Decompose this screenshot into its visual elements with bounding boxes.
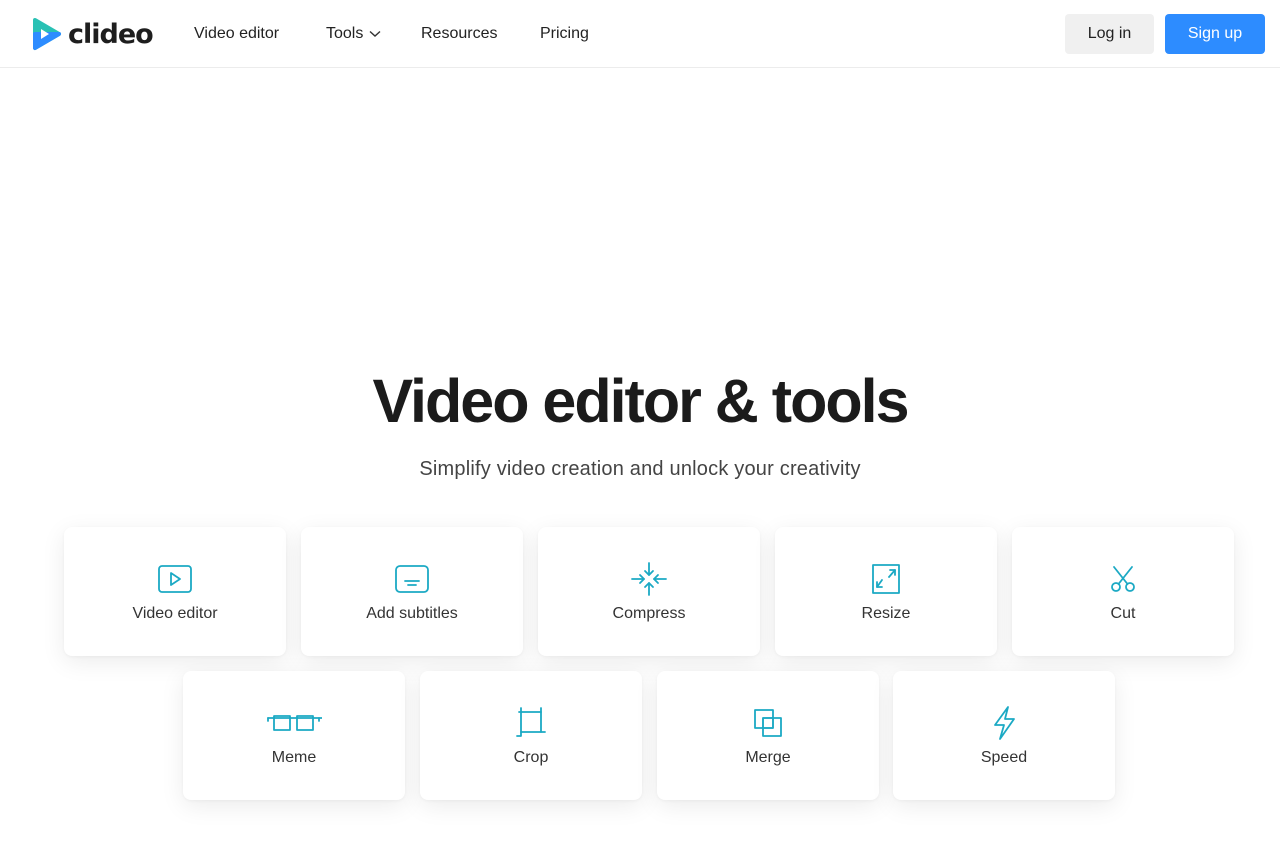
tool-card-meme[interactable]: Meme [183,671,405,800]
chevron-down-icon [369,23,381,45]
page-subtitle: Simplify video creation and unlock your … [419,458,861,480]
nav-tools-label: Tools [326,25,364,43]
tool-card-crop[interactable]: Crop [420,671,642,800]
nav-tools[interactable]: Tools [326,23,381,45]
logo-play-icon [33,18,61,50]
signup-button[interactable]: Sign up [1165,14,1265,54]
logo-wordmark: clideo [68,18,154,50]
nav-pricing[interactable]: Pricing [540,23,589,45]
login-button[interactable]: Log in [1065,14,1154,54]
site-header: clideo Video editor Tools Resources Pric… [0,0,1280,68]
tool-card-cut[interactable]: Cut [1012,527,1234,656]
tool-card-label: Video editor [132,605,218,622]
nav-video-editor[interactable]: Video editor [194,23,279,45]
tool-card-label: Meme [271,749,317,766]
clideo-logo[interactable]: clideo [32,16,154,52]
tool-card-merge[interactable]: Merge [657,671,879,800]
tool-card-add-subtitles[interactable]: Add subtitles [301,527,523,656]
merge-icon [750,708,786,738]
lightning-icon [986,706,1022,740]
resize-icon [868,564,904,594]
compress-icon [631,562,667,596]
tool-card-video-editor[interactable]: Video editor [64,527,286,656]
subtitles-icon [394,564,430,594]
tool-card-label: Resize [861,605,911,622]
meme-glasses-icon [266,708,322,738]
tool-card-label: Merge [745,749,791,766]
page-title: Video editor & tools [372,367,909,435]
play-icon [157,564,193,594]
scissors-icon [1105,564,1141,594]
tool-card-compress[interactable]: Compress [538,527,760,656]
nav-resources[interactable]: Resources [421,23,497,45]
tool-card-speed[interactable]: Speed [893,671,1115,800]
tool-card-label: Crop [513,749,549,766]
tool-card-resize[interactable]: Resize [775,527,997,656]
tool-card-label: Add subtitles [366,605,458,622]
crop-icon [513,707,549,738]
tool-card-label: Cut [1110,605,1136,622]
tool-card-label: Compress [612,605,686,622]
tool-card-label: Speed [980,749,1028,766]
